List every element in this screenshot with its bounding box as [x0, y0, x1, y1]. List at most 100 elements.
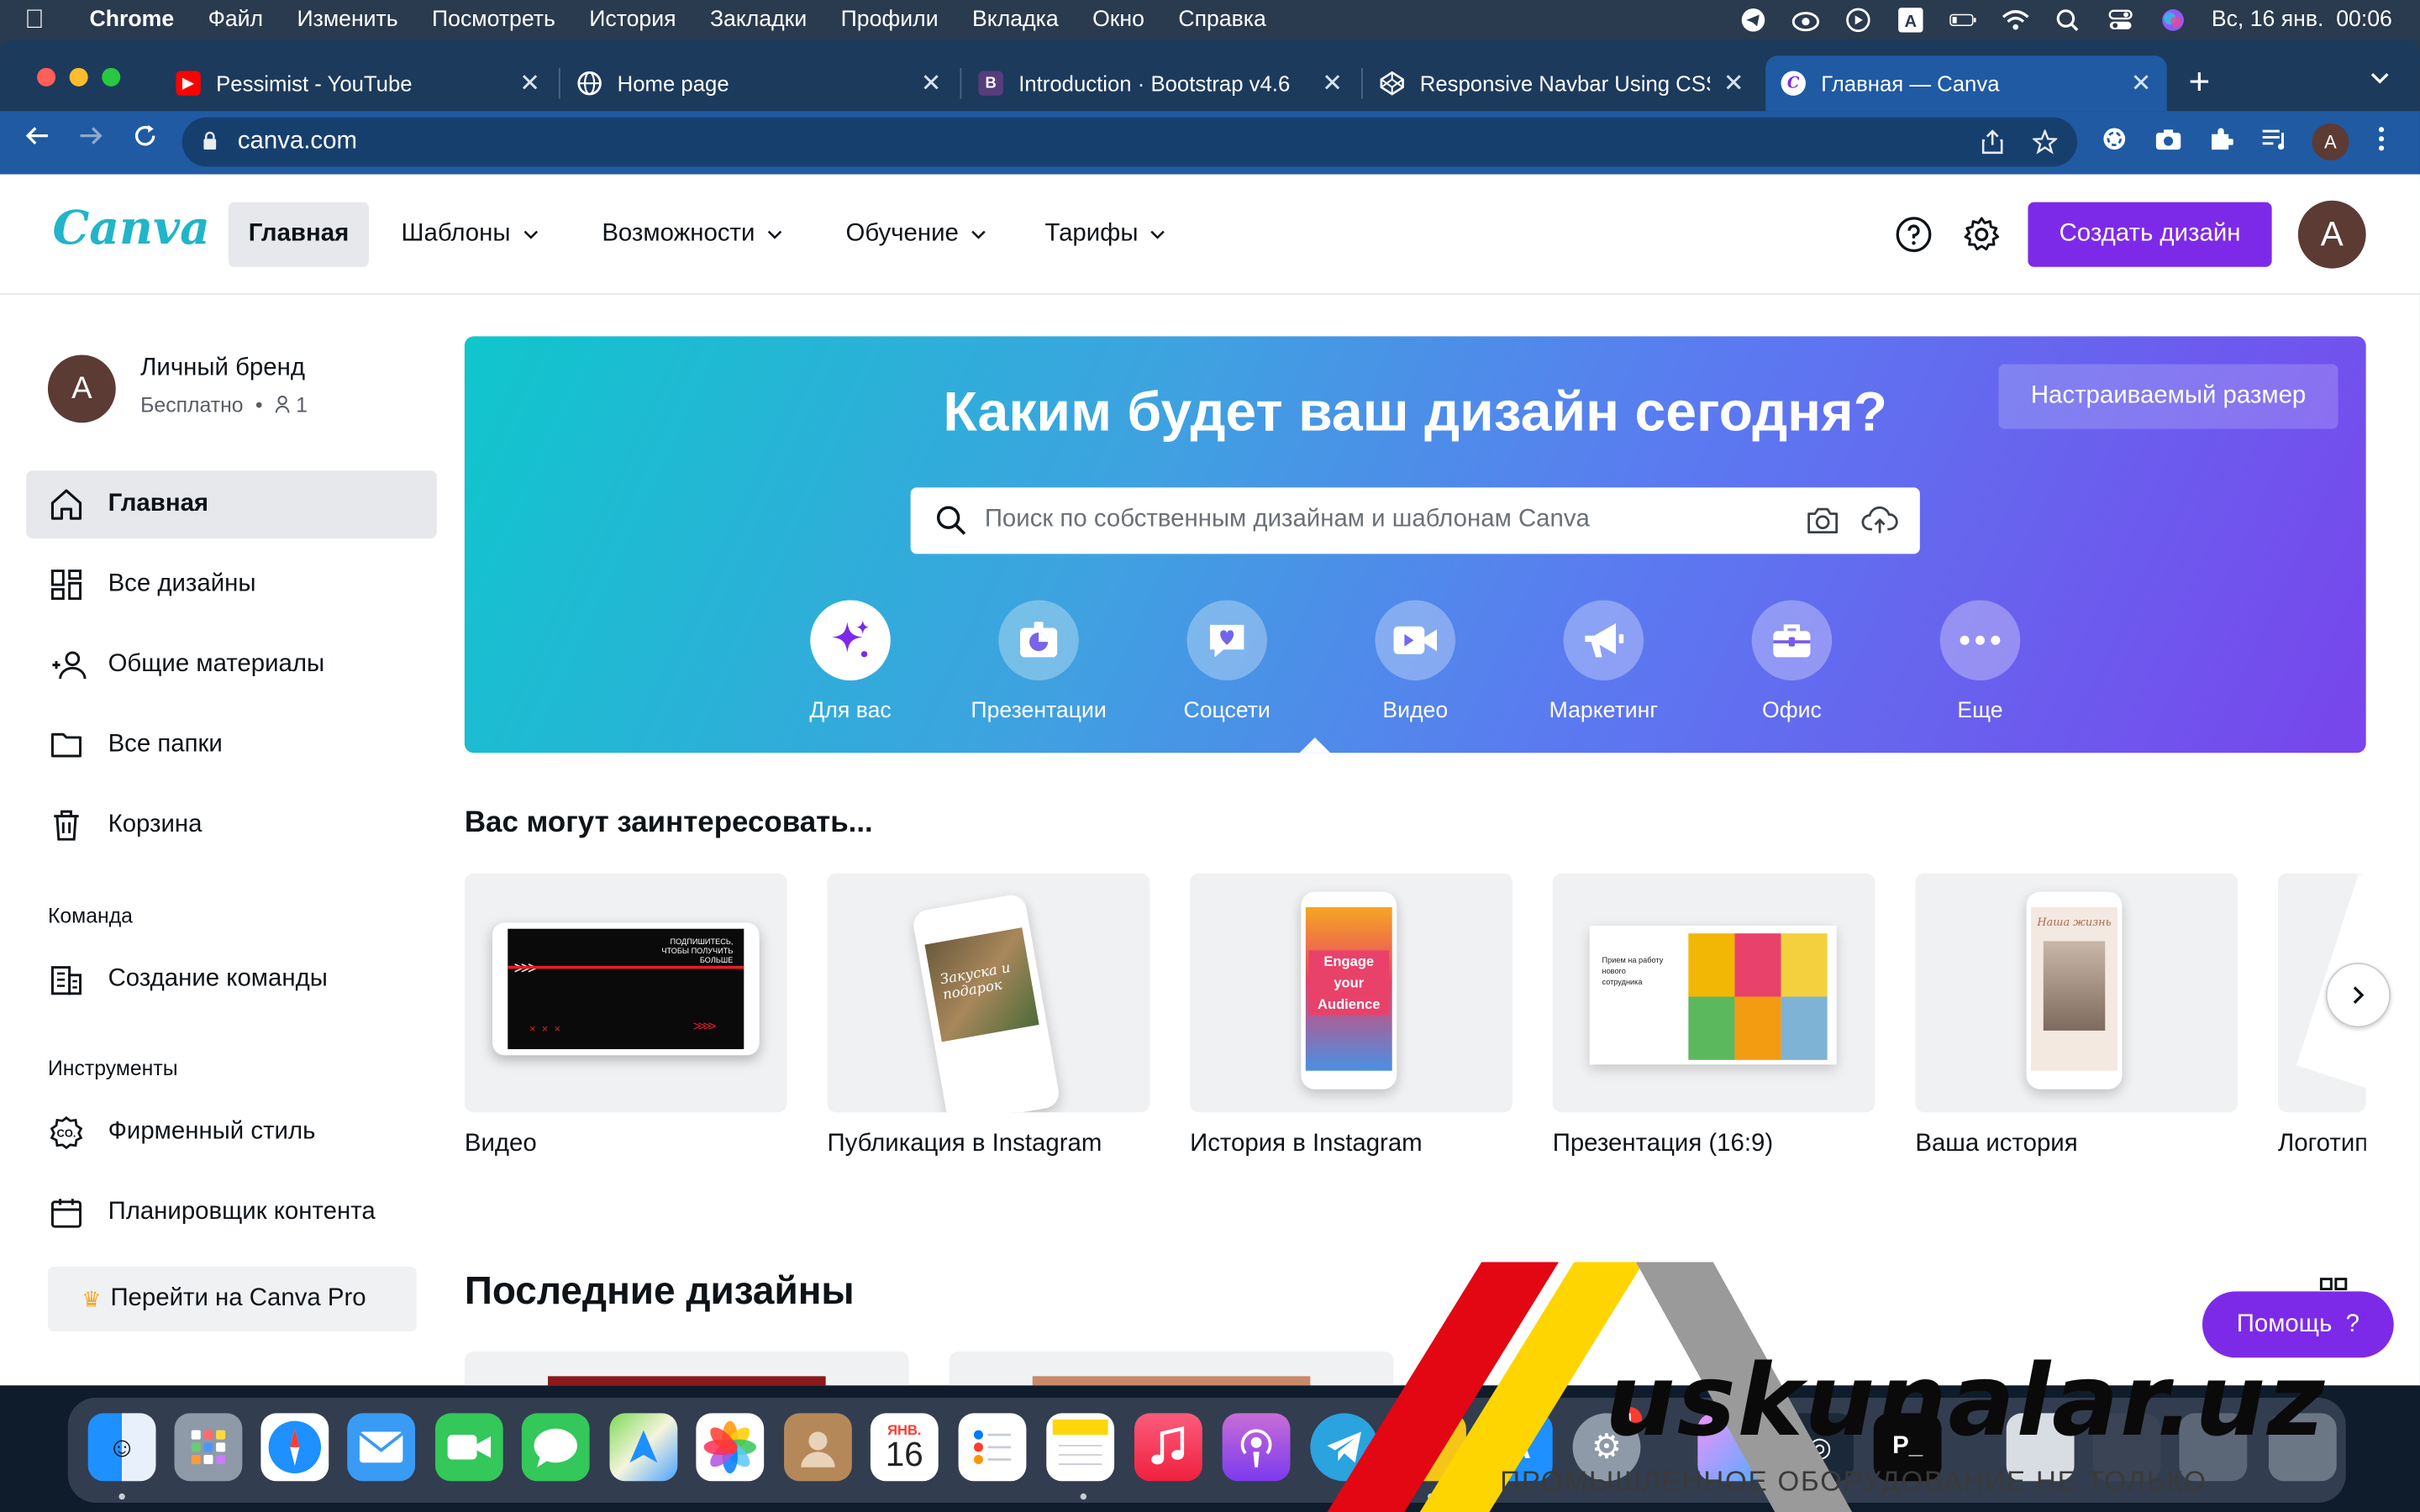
browser-menu-icon[interactable]: [2377, 127, 2386, 158]
close-tab-icon[interactable]: ✕: [519, 68, 540, 99]
category-presentations[interactable]: Презентации: [961, 600, 1116, 723]
tab-home-page[interactable]: Home page ✕: [562, 55, 957, 111]
bookmark-star-icon[interactable]: [2031, 128, 2059, 160]
suggestion-card-presentation[interactable]: Прием на работу нового сотрудника: [1552, 873, 1876, 1113]
tab-search-chevron-icon[interactable]: [2370, 65, 2389, 89]
reload-icon[interactable]: [133, 123, 157, 156]
upload-cloud-icon[interactable]: [1861, 505, 1898, 536]
design-search[interactable]: Поиск по собственным дизайнам и шаблонам…: [910, 487, 1920, 554]
wifi-icon[interactable]: [2002, 8, 2029, 32]
facetime-icon[interactable]: [434, 1413, 503, 1482]
tab-youtube[interactable]: ▶ Pessimist - YouTube ✕: [160, 55, 555, 111]
podcasts-icon[interactable]: [1222, 1413, 1291, 1482]
sidebar-item-create-team[interactable]: Создание команды: [26, 946, 437, 1014]
sidebar-item-all-designs[interactable]: Все дизайны: [26, 551, 437, 619]
apple-icon[interactable]: : [24, 5, 65, 36]
create-design-button[interactable]: Создать дизайн: [2028, 202, 2272, 267]
back-arrow-icon[interactable]: [24, 123, 49, 156]
minimize-window-icon[interactable]: [69, 67, 88, 87]
tab-canva-active[interactable]: C Главная — Canva ✕: [1765, 55, 2167, 112]
category-marketing[interactable]: Маркетинг: [1526, 600, 1681, 723]
forward-arrow-icon[interactable]: [79, 123, 103, 156]
close-tab-icon[interactable]: ✕: [1723, 68, 1744, 99]
tab-codepen[interactable]: Responsive Navbar Using CSS ✕: [1365, 55, 1760, 111]
battery-icon[interactable]: [1949, 8, 1977, 32]
menu-profiles[interactable]: Профили: [841, 8, 939, 32]
control-center-icon[interactable]: [2107, 8, 2134, 32]
creative-cloud-icon[interactable]: [1791, 8, 1819, 32]
nav-templates[interactable]: Шаблоны: [402, 202, 539, 267]
custom-size-button[interactable]: Настраиваемый размер: [1998, 364, 2338, 429]
reminders-icon[interactable]: [958, 1413, 1027, 1482]
messages-icon[interactable]: [521, 1413, 590, 1482]
menu-history[interactable]: История: [589, 8, 676, 32]
launchpad-icon[interactable]: [174, 1413, 243, 1482]
settings-gear-icon[interactable]: [1963, 216, 2000, 253]
canva-logo[interactable]: Canva: [52, 202, 209, 256]
user-avatar[interactable]: A: [2297, 200, 2366, 269]
recent-design-card[interactable]: [949, 1351, 1394, 1386]
card-label[interactable]: Презентация (16:9): [1553, 1131, 1773, 1158]
card-label[interactable]: Логотип: [2278, 1131, 2366, 1158]
category-for-you[interactable]: Для вас: [773, 600, 928, 723]
menu-view[interactable]: Посмотреть: [432, 8, 555, 32]
category-social[interactable]: Соцсети: [1150, 600, 1304, 723]
camera-search-icon[interactable]: [1806, 505, 1839, 536]
suggestion-card-instagram-story[interactable]: Engage your Audience: [1190, 873, 1512, 1113]
extension-icon[interactable]: [2102, 127, 2127, 158]
zoom-window-icon[interactable]: [102, 67, 121, 87]
menu-edit[interactable]: Изменить: [297, 8, 397, 32]
category-office[interactable]: Офис: [1715, 600, 1870, 723]
reading-list-icon[interactable]: [2261, 127, 2289, 158]
sidebar-item-trash[interactable]: Корзина: [26, 791, 437, 859]
siri-icon[interactable]: [2159, 8, 2186, 32]
menu-tab[interactable]: Вкладка: [972, 8, 1059, 32]
carousel-next-button[interactable]: [2325, 963, 2391, 1028]
url-text[interactable]: canva.com: [238, 128, 357, 155]
close-tab-icon[interactable]: ✕: [1322, 68, 1343, 99]
brand-name[interactable]: Личный бренд: [140, 354, 305, 382]
card-label[interactable]: Видео: [465, 1131, 537, 1158]
menu-window[interactable]: Окно: [1092, 8, 1144, 32]
sidebar-item-shared[interactable]: Общие материалы: [26, 631, 437, 699]
category-more[interactable]: Еще: [1903, 600, 2058, 723]
telegram-icon[interactable]: [1310, 1413, 1379, 1482]
finder-icon[interactable]: ☺: [87, 1413, 156, 1482]
menu-help[interactable]: Справка: [1178, 8, 1265, 32]
help-question-icon[interactable]: [1895, 216, 1932, 253]
recent-design-card[interactable]: [464, 1351, 909, 1386]
nav-home[interactable]: Главная: [228, 202, 370, 267]
photos-icon[interactable]: [696, 1413, 765, 1482]
card-label[interactable]: Ваша история: [1915, 1131, 2077, 1158]
tab-bootstrap[interactable]: B Introduction · Bootstrap v4.6 ✕: [963, 55, 1358, 111]
sidebar-item-folders[interactable]: Все папки: [26, 711, 437, 780]
media-play-icon[interactable]: [1844, 8, 1872, 33]
suggestion-card-your-story[interactable]: Наша жизнь: [1915, 873, 2238, 1113]
sidebar-item-home[interactable]: Главная: [26, 470, 437, 539]
safari-icon[interactable]: [260, 1413, 329, 1482]
mail-icon[interactable]: [347, 1413, 416, 1482]
suggestion-card-instagram-post[interactable]: Закуска и подарок: [827, 873, 1150, 1113]
address-bar[interactable]: canva.com: [182, 117, 2078, 167]
telegram-status-icon[interactable]: [1739, 8, 1767, 32]
menu-file[interactable]: Файл: [208, 8, 263, 32]
music-icon[interactable]: [1134, 1413, 1202, 1482]
close-window-icon[interactable]: [37, 67, 56, 87]
close-tab-icon[interactable]: ✕: [2131, 68, 2152, 99]
upgrade-pro-button[interactable]: ♛ Перейти на Canva Pro: [47, 1266, 417, 1332]
share-icon[interactable]: [1981, 129, 2003, 160]
maps-icon[interactable]: [609, 1413, 678, 1482]
card-label[interactable]: История в Instagram: [1190, 1131, 1423, 1158]
nav-features[interactable]: Возможности: [602, 202, 782, 267]
notes-icon[interactable]: [1046, 1413, 1115, 1482]
card-label[interactable]: Публикация в Instagram: [827, 1131, 1102, 1158]
sidebar-item-content-planner[interactable]: Планировщик контента: [26, 1179, 437, 1247]
screenshot-camera-icon[interactable]: [2154, 127, 2182, 158]
search-placeholder[interactable]: Поиск по собственным дизайнам и шаблонам…: [985, 506, 1590, 533]
keyboard-layout-icon[interactable]: A: [1897, 8, 1924, 33]
new-tab-icon[interactable]: +: [2188, 61, 2210, 104]
sidebar-item-brand-kit[interactable]: CO. Фирменный стиль: [26, 1099, 437, 1167]
menubar-clock[interactable]: Вс, 16 янв. 00:06: [2212, 8, 2392, 32]
menubar-app-name[interactable]: Chrome: [90, 8, 175, 32]
menu-bookmarks[interactable]: Закладки: [710, 8, 807, 32]
